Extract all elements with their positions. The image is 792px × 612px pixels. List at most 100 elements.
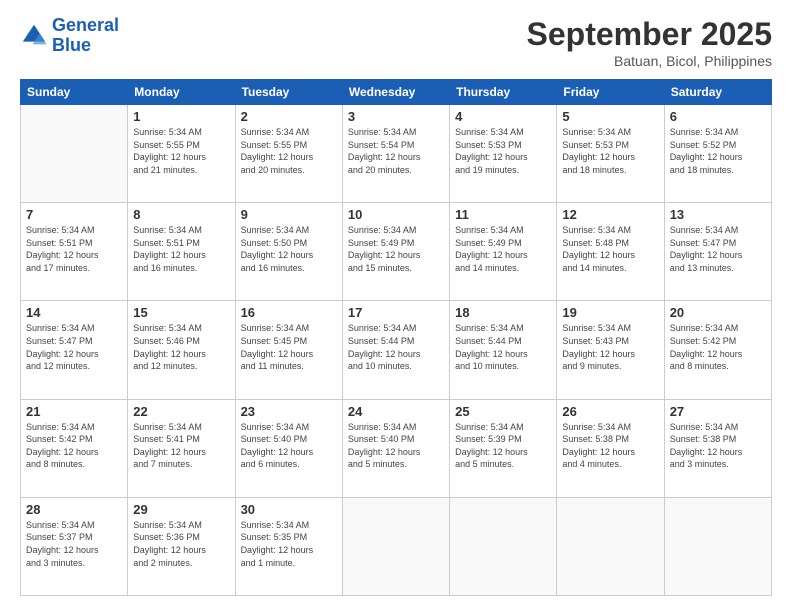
calendar-week-row: 14 Sunrise: 5:34 AM Sunset: 5:47 PM Dayli… [21,301,772,399]
day-number: 1 [133,109,229,124]
day-header-wednesday: Wednesday [342,80,449,105]
day-number: 23 [241,404,337,419]
calendar-cell: 12 Sunrise: 5:34 AM Sunset: 5:48 PM Dayli… [557,203,664,301]
calendar-cell: 30 Sunrise: 5:34 AM Sunset: 5:35 PM Dayli… [235,497,342,595]
calendar-subtitle: Batuan, Bicol, Philippines [527,53,772,69]
calendar-title: September 2025 [527,16,772,53]
day-number: 29 [133,502,229,517]
day-info: Sunrise: 5:34 AM Sunset: 5:38 PM Dayligh… [670,421,766,471]
day-number: 17 [348,305,444,320]
page: General Blue September 2025 Batuan, Bico… [0,0,792,612]
calendar-cell: 18Sunrise: 5:34 AM Sunset: 5:44 PM Dayli… [450,301,557,399]
calendar-week-row: 21Sunrise: 5:34 AM Sunset: 5:42 PM Dayli… [21,399,772,497]
day-info: Sunrise: 5:34 AM Sunset: 5:36 PM Dayligh… [133,519,229,569]
calendar-week-row: 1 Sunrise: 5:34 AM Sunset: 5:55 PM Daylig… [21,105,772,203]
logo-text: General Blue [52,16,119,56]
day-number: 6 [670,109,766,124]
day-number: 7 [26,207,122,222]
calendar-cell [664,497,771,595]
calendar-cell: 11 Sunrise: 5:34 AM Sunset: 5:49 PM Dayli… [450,203,557,301]
calendar-cell: 7Sunrise: 5:34 AM Sunset: 5:51 PM Daylig… [21,203,128,301]
day-number: 16 [241,305,337,320]
day-info: Sunrise: 5:34 AM Sunset: 5:50 PM Dayligh… [241,224,337,274]
calendar-cell: 23Sunrise: 5:34 AM Sunset: 5:40 PM Dayli… [235,399,342,497]
day-number: 28 [26,502,122,517]
day-info: Sunrise: 5:34 AM Sunset: 5:48 PM Dayligh… [562,224,658,274]
day-header-monday: Monday [128,80,235,105]
calendar-cell: 1 Sunrise: 5:34 AM Sunset: 5:55 PM Daylig… [128,105,235,203]
day-header-sunday: Sunday [21,80,128,105]
day-info: Sunrise: 5:34 AM Sunset: 5:49 PM Dayligh… [455,224,551,274]
day-info: Sunrise: 5:34 AM Sunset: 5:47 PM Dayligh… [26,322,122,372]
calendar-cell [342,497,449,595]
day-number: 24 [348,404,444,419]
day-info: Sunrise: 5:34 AM Sunset: 5:52 PM Dayligh… [670,126,766,176]
day-info: Sunrise: 5:34 AM Sunset: 5:45 PM Dayligh… [241,322,337,372]
calendar-cell: 29 Sunrise: 5:34 AM Sunset: 5:36 PM Dayli… [128,497,235,595]
calendar-cell: 9 Sunrise: 5:34 AM Sunset: 5:50 PM Daylig… [235,203,342,301]
day-info: Sunrise: 5:34 AM Sunset: 5:35 PM Dayligh… [241,519,337,569]
calendar-week-row: 28Sunrise: 5:34 AM Sunset: 5:37 PM Dayli… [21,497,772,595]
day-number: 13 [670,207,766,222]
day-info: Sunrise: 5:34 AM Sunset: 5:42 PM Dayligh… [26,421,122,471]
day-info: Sunrise: 5:34 AM Sunset: 5:39 PM Dayligh… [455,421,551,471]
calendar-cell: 20 Sunrise: 5:34 AM Sunset: 5:42 PM Dayli… [664,301,771,399]
day-info: Sunrise: 5:34 AM Sunset: 5:42 PM Dayligh… [670,322,766,372]
day-info: Sunrise: 5:34 AM Sunset: 5:55 PM Dayligh… [133,126,229,176]
calendar-cell: 14 Sunrise: 5:34 AM Sunset: 5:47 PM Dayli… [21,301,128,399]
day-number: 25 [455,404,551,419]
day-number: 12 [562,207,658,222]
logo-line1: General [52,15,119,35]
calendar-cell: 16 Sunrise: 5:34 AM Sunset: 5:45 PM Dayli… [235,301,342,399]
day-number: 10 [348,207,444,222]
day-number: 19 [562,305,658,320]
day-number: 15 [133,305,229,320]
day-number: 20 [670,305,766,320]
day-info: Sunrise: 5:34 AM Sunset: 5:53 PM Dayligh… [562,126,658,176]
calendar-cell: 4Sunrise: 5:34 AM Sunset: 5:53 PM Daylig… [450,105,557,203]
day-info: Sunrise: 5:34 AM Sunset: 5:46 PM Dayligh… [133,322,229,372]
day-number: 4 [455,109,551,124]
calendar-cell: 17 Sunrise: 5:34 AM Sunset: 5:44 PM Dayli… [342,301,449,399]
calendar-cell [557,497,664,595]
calendar-table: SundayMondayTuesdayWednesdayThursdayFrid… [20,79,772,596]
calendar-cell: 24 Sunrise: 5:34 AM Sunset: 5:40 PM Dayli… [342,399,449,497]
calendar-cell: 6 Sunrise: 5:34 AM Sunset: 5:52 PM Daylig… [664,105,771,203]
title-block: September 2025 Batuan, Bicol, Philippine… [527,16,772,69]
calendar-cell: 2 Sunrise: 5:34 AM Sunset: 5:55 PM Daylig… [235,105,342,203]
day-number: 9 [241,207,337,222]
day-number: 14 [26,305,122,320]
day-info: Sunrise: 5:34 AM Sunset: 5:38 PM Dayligh… [562,421,658,471]
calendar-cell: 19 Sunrise: 5:34 AM Sunset: 5:43 PM Dayli… [557,301,664,399]
calendar-cell: 5 Sunrise: 5:34 AM Sunset: 5:53 PM Daylig… [557,105,664,203]
day-number: 26 [562,404,658,419]
logo-icon [20,22,48,50]
day-info: Sunrise: 5:34 AM Sunset: 5:40 PM Dayligh… [348,421,444,471]
calendar-cell: 3Sunrise: 5:34 AM Sunset: 5:54 PM Daylig… [342,105,449,203]
calendar-week-row: 7 Sunrise: 5:34 AM Sunset: 5:51 PM Daylig… [21,203,772,301]
day-number: 3 [348,109,444,124]
calendar-cell: 8 Sunrise: 5:34 AM Sunset: 5:51 PM Daylig… [128,203,235,301]
day-info: Sunrise: 5:34 AM Sunset: 5:44 PM Dayligh… [348,322,444,372]
calendar-header-row: SundayMondayTuesdayWednesdayThursdayFrid… [21,80,772,105]
day-number: 30 [241,502,337,517]
day-info: Sunrise: 5:34 AM Sunset: 5:43 PM Dayligh… [562,322,658,372]
calendar-cell: 21Sunrise: 5:34 AM Sunset: 5:42 PM Dayli… [21,399,128,497]
day-number: 11 [455,207,551,222]
day-info: Sunrise: 5:34 AM Sunset: 5:49 PM Dayligh… [348,224,444,274]
day-number: 2 [241,109,337,124]
calendar-cell: 25 Sunrise: 5:34 AM Sunset: 5:39 PM Dayli… [450,399,557,497]
calendar-cell: 15 Sunrise: 5:34 AM Sunset: 5:46 PM Dayli… [128,301,235,399]
day-info: Sunrise: 5:34 AM Sunset: 5:51 PM Dayligh… [133,224,229,274]
day-number: 27 [670,404,766,419]
calendar-cell: 26 Sunrise: 5:34 AM Sunset: 5:38 PM Dayli… [557,399,664,497]
logo: General Blue [20,16,119,56]
day-info: Sunrise: 5:34 AM Sunset: 5:41 PM Dayligh… [133,421,229,471]
day-header-saturday: Saturday [664,80,771,105]
calendar-cell: 27 Sunrise: 5:34 AM Sunset: 5:38 PM Dayli… [664,399,771,497]
day-number: 5 [562,109,658,124]
calendar-cell [21,105,128,203]
day-number: 8 [133,207,229,222]
day-info: Sunrise: 5:34 AM Sunset: 5:55 PM Dayligh… [241,126,337,176]
calendar-cell: 10 Sunrise: 5:34 AM Sunset: 5:49 PM Dayli… [342,203,449,301]
